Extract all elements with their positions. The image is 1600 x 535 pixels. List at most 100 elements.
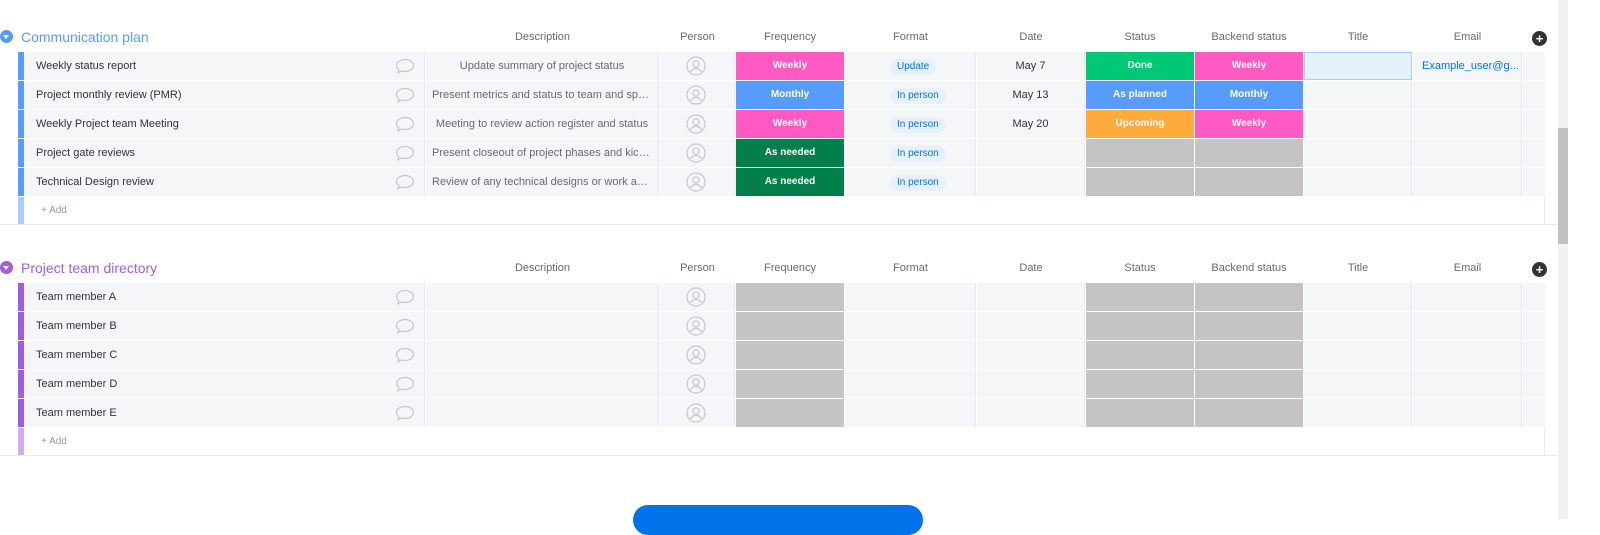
item-name[interactable]: Weekly Project team Meeting [24, 110, 425, 138]
person-cell[interactable] [660, 370, 735, 398]
column-header-date[interactable]: Date [977, 262, 1085, 274]
status-label[interactable] [1086, 370, 1194, 398]
email-cell[interactable] [1413, 139, 1522, 167]
date-cell[interactable] [977, 139, 1085, 167]
add-item-row[interactable]: + Add [0, 428, 1560, 456]
column-header-status[interactable]: Status [1086, 31, 1194, 43]
format-cell[interactable] [845, 341, 976, 369]
frequency-label[interactable]: Weekly [736, 52, 844, 80]
frequency-label[interactable] [736, 399, 844, 427]
backend-status-label[interactable] [1195, 312, 1303, 340]
description-cell[interactable] [426, 312, 659, 340]
column-header-email[interactable]: Email [1413, 262, 1522, 274]
add-item-area[interactable] [24, 428, 1545, 455]
title-cell[interactable] [1304, 341, 1412, 369]
column-header-status[interactable]: Status [1086, 262, 1194, 274]
backend-status-label[interactable] [1195, 283, 1303, 311]
backend-status-label[interactable] [1195, 399, 1303, 427]
status-label[interactable] [1086, 168, 1194, 196]
add-item-area[interactable] [24, 197, 1545, 224]
item-name[interactable]: Project gate reviews [24, 139, 425, 167]
frequency-label[interactable]: As needed [736, 139, 844, 167]
column-header-frequency[interactable]: Frequency [736, 262, 844, 274]
description-cell[interactable]: Update summary of project status [426, 52, 659, 80]
description-cell[interactable] [426, 370, 659, 398]
table-row[interactable]: Project monthly review (PMR) Present met… [0, 81, 1560, 110]
item-name[interactable]: Team member E [24, 399, 425, 427]
email-cell[interactable]: Example_user@g... [1413, 52, 1522, 80]
column-header-frequency[interactable]: Frequency [736, 31, 844, 43]
person-cell[interactable] [660, 81, 735, 109]
table-row[interactable]: Team member E [0, 399, 1560, 428]
description-cell[interactable] [426, 283, 659, 311]
format-cell[interactable] [845, 312, 976, 340]
format-cell[interactable]: In person [845, 139, 976, 167]
frequency-label[interactable] [736, 341, 844, 369]
date-cell[interactable] [977, 283, 1085, 311]
person-cell[interactable] [660, 110, 735, 138]
column-header-email[interactable]: Email [1413, 31, 1522, 43]
backend-status-label[interactable] [1195, 168, 1303, 196]
column-header-date[interactable]: Date [977, 31, 1085, 43]
email-cell[interactable] [1413, 370, 1522, 398]
title-cell[interactable] [1304, 399, 1412, 427]
email-cell[interactable] [1413, 341, 1522, 369]
title-cell[interactable] [1304, 81, 1412, 109]
column-header-backend-status[interactable]: Backend status [1195, 262, 1303, 274]
backend-status-label[interactable] [1195, 341, 1303, 369]
status-label[interactable] [1086, 139, 1194, 167]
description-cell[interactable]: Review of any technical designs or work … [426, 168, 659, 196]
item-name[interactable]: Team member C [24, 341, 425, 369]
chat-bubble-icon[interactable] [395, 318, 415, 334]
table-row[interactable]: Weekly status report Update summary of p… [0, 52, 1560, 81]
description-cell[interactable]: Present closeout of project phases and k… [426, 139, 659, 167]
table-row[interactable]: Team member A [0, 283, 1560, 312]
column-header-title[interactable]: Title [1304, 31, 1412, 43]
vertical-scrollbar-track[interactable] [1558, 0, 1568, 519]
frequency-label[interactable]: As needed [736, 168, 844, 196]
backend-status-label[interactable] [1195, 139, 1303, 167]
table-row[interactable]: Team member B [0, 312, 1560, 341]
add-item-row[interactable]: + Add [0, 197, 1560, 225]
frequency-label[interactable]: Weekly [736, 110, 844, 138]
description-cell[interactable]: Present metrics and status to team and s… [426, 81, 659, 109]
format-cell[interactable]: In person [845, 168, 976, 196]
frequency-label[interactable]: Monthly [736, 81, 844, 109]
person-cell[interactable] [660, 139, 735, 167]
person-cell[interactable] [660, 399, 735, 427]
title-cell[interactable] [1304, 168, 1412, 196]
column-header-format[interactable]: Format [845, 31, 976, 43]
chat-bubble-icon[interactable] [395, 174, 415, 190]
date-cell[interactable]: May 13 [977, 81, 1085, 109]
person-cell[interactable] [660, 283, 735, 311]
format-cell[interactable]: In person [845, 81, 976, 109]
item-name[interactable]: Team member A [24, 283, 425, 311]
format-cell[interactable] [845, 399, 976, 427]
description-cell[interactable] [426, 341, 659, 369]
date-cell[interactable] [977, 312, 1085, 340]
item-name[interactable]: Technical Design review [24, 168, 425, 196]
status-label[interactable] [1086, 341, 1194, 369]
column-header-format[interactable]: Format [845, 262, 976, 274]
chat-bubble-icon[interactable] [395, 405, 415, 421]
table-row[interactable]: Project gate reviews Present closeout of… [0, 139, 1560, 168]
frequency-label[interactable] [736, 312, 844, 340]
add-column-icon[interactable]: + [1532, 262, 1547, 277]
person-cell[interactable] [660, 312, 735, 340]
backend-status-label[interactable] [1195, 370, 1303, 398]
add-group-button[interactable] [633, 505, 923, 535]
date-cell[interactable] [977, 370, 1085, 398]
email-cell[interactable] [1413, 81, 1522, 109]
status-label[interactable] [1086, 399, 1194, 427]
column-header-title[interactable]: Title [1304, 262, 1412, 274]
date-cell[interactable]: May 7 [977, 52, 1085, 80]
column-header-description[interactable]: Description [426, 262, 659, 274]
item-name[interactable]: Weekly status report [24, 52, 425, 80]
format-cell[interactable] [845, 370, 976, 398]
table-row[interactable]: Team member C [0, 341, 1560, 370]
person-cell[interactable] [660, 168, 735, 196]
person-cell[interactable] [660, 341, 735, 369]
email-cell[interactable] [1413, 399, 1522, 427]
date-cell[interactable]: May 20 [977, 110, 1085, 138]
chat-bubble-icon[interactable] [395, 145, 415, 161]
